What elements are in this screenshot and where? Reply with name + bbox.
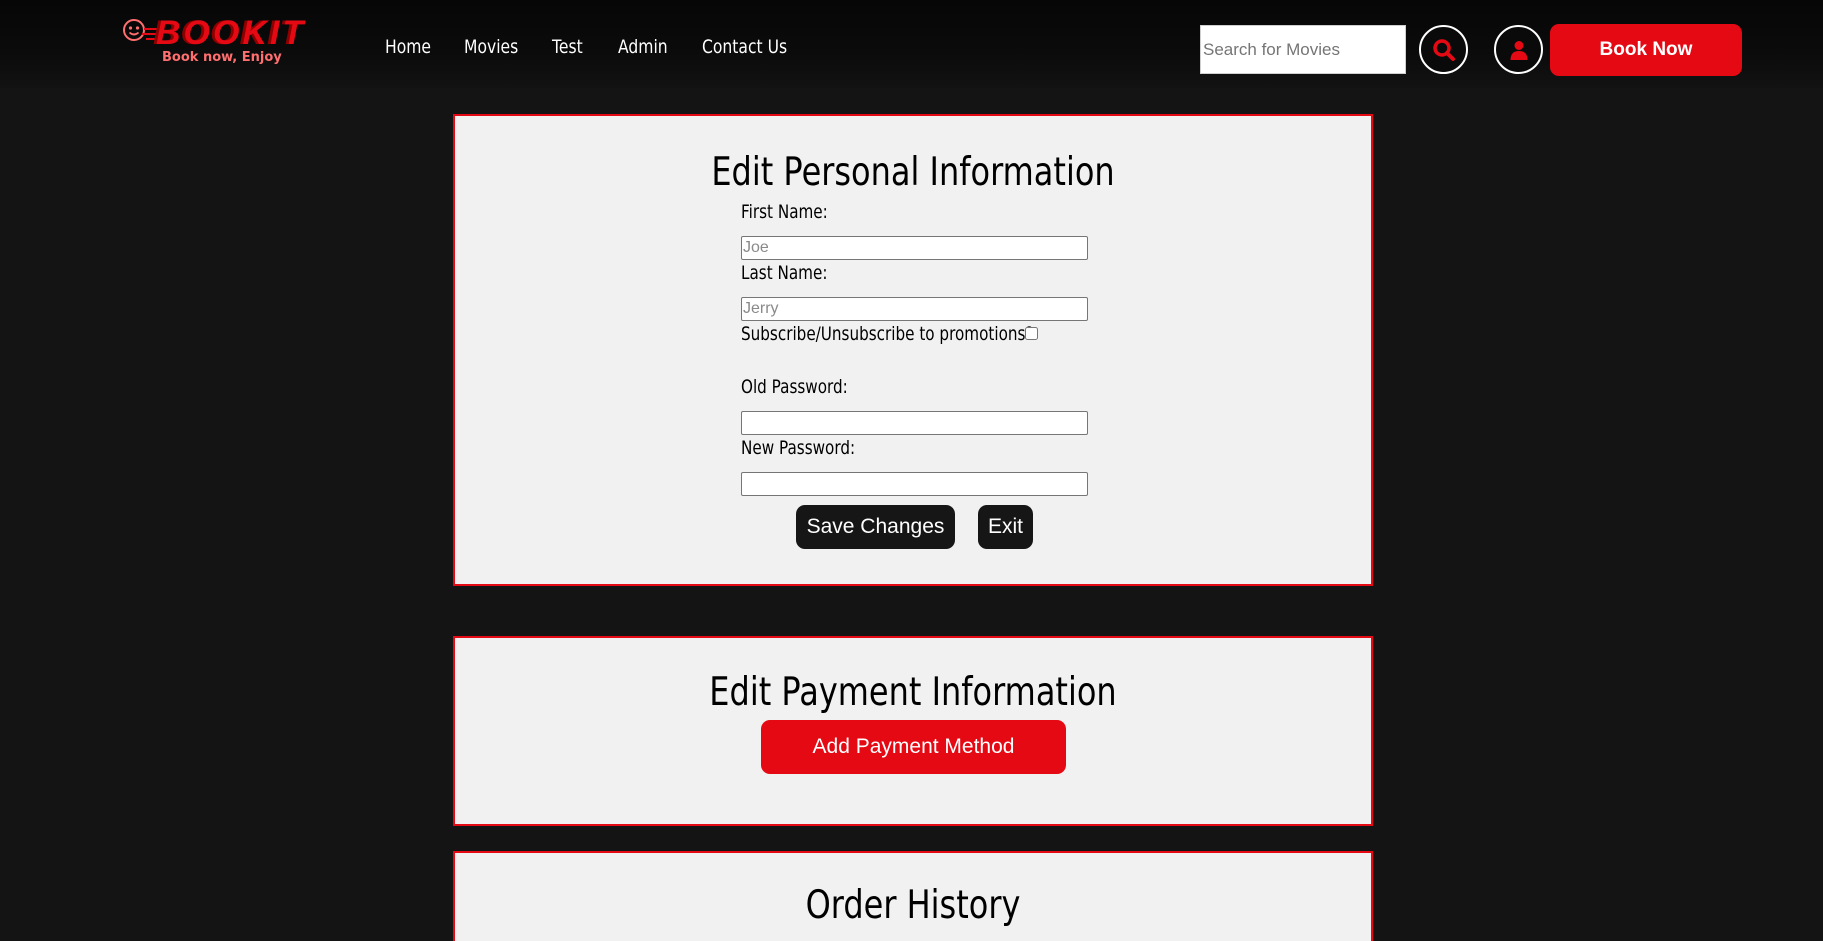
nav-contact-us[interactable]: Contact Us	[702, 36, 787, 58]
logo-tagline: Book now, Enjoy	[162, 50, 282, 65]
last-name-input[interactable]	[741, 297, 1088, 321]
new-password-label: New Password:	[741, 437, 856, 459]
order-history-title: Order History	[805, 883, 1021, 928]
user-icon	[1510, 40, 1527, 60]
promotions-checkbox[interactable]	[1025, 327, 1038, 340]
personal-info-title: Edit Personal Information	[711, 150, 1115, 195]
bookit-logo[interactable]: BOOKIT Book now, Enjoy	[122, 16, 312, 72]
old-password-label: Old Password:	[741, 376, 848, 398]
nav-test[interactable]: Test	[552, 36, 583, 58]
nav-home[interactable]: Home	[385, 36, 431, 58]
logo-brand-text: BOOKIT	[156, 14, 307, 52]
payment-info-title: Edit Payment Information	[709, 670, 1117, 715]
personal-info-panel: Edit Personal Information First Name: La…	[453, 114, 1373, 586]
first-name-label: First Name:	[741, 201, 828, 223]
top-navbar: BOOKIT Book now, Enjoy Home Movies Test …	[0, 0, 1823, 88]
nav-admin[interactable]: Admin	[618, 36, 668, 58]
add-payment-method-button[interactable]: Add Payment Method	[761, 720, 1066, 774]
save-changes-button[interactable]: Save Changes	[796, 505, 955, 549]
first-name-input[interactable]	[741, 236, 1088, 260]
payment-info-panel: Edit Payment Information Add Payment Met…	[453, 636, 1373, 826]
old-password-input[interactable]	[741, 411, 1088, 435]
book-now-button[interactable]: Book Now	[1550, 24, 1742, 76]
magnifier-icon	[1432, 38, 1455, 61]
search-button[interactable]	[1419, 25, 1468, 74]
order-history-panel: Order History	[453, 851, 1373, 941]
new-password-input[interactable]	[741, 472, 1088, 496]
account-button[interactable]	[1494, 25, 1543, 74]
search-input[interactable]	[1200, 25, 1406, 74]
promotions-label: Subscribe/Unsubscribe to promotions?	[741, 323, 1034, 345]
last-name-label: Last Name:	[741, 262, 828, 284]
exit-button[interactable]: Exit	[978, 505, 1033, 549]
nav-movies[interactable]: Movies	[464, 36, 518, 58]
